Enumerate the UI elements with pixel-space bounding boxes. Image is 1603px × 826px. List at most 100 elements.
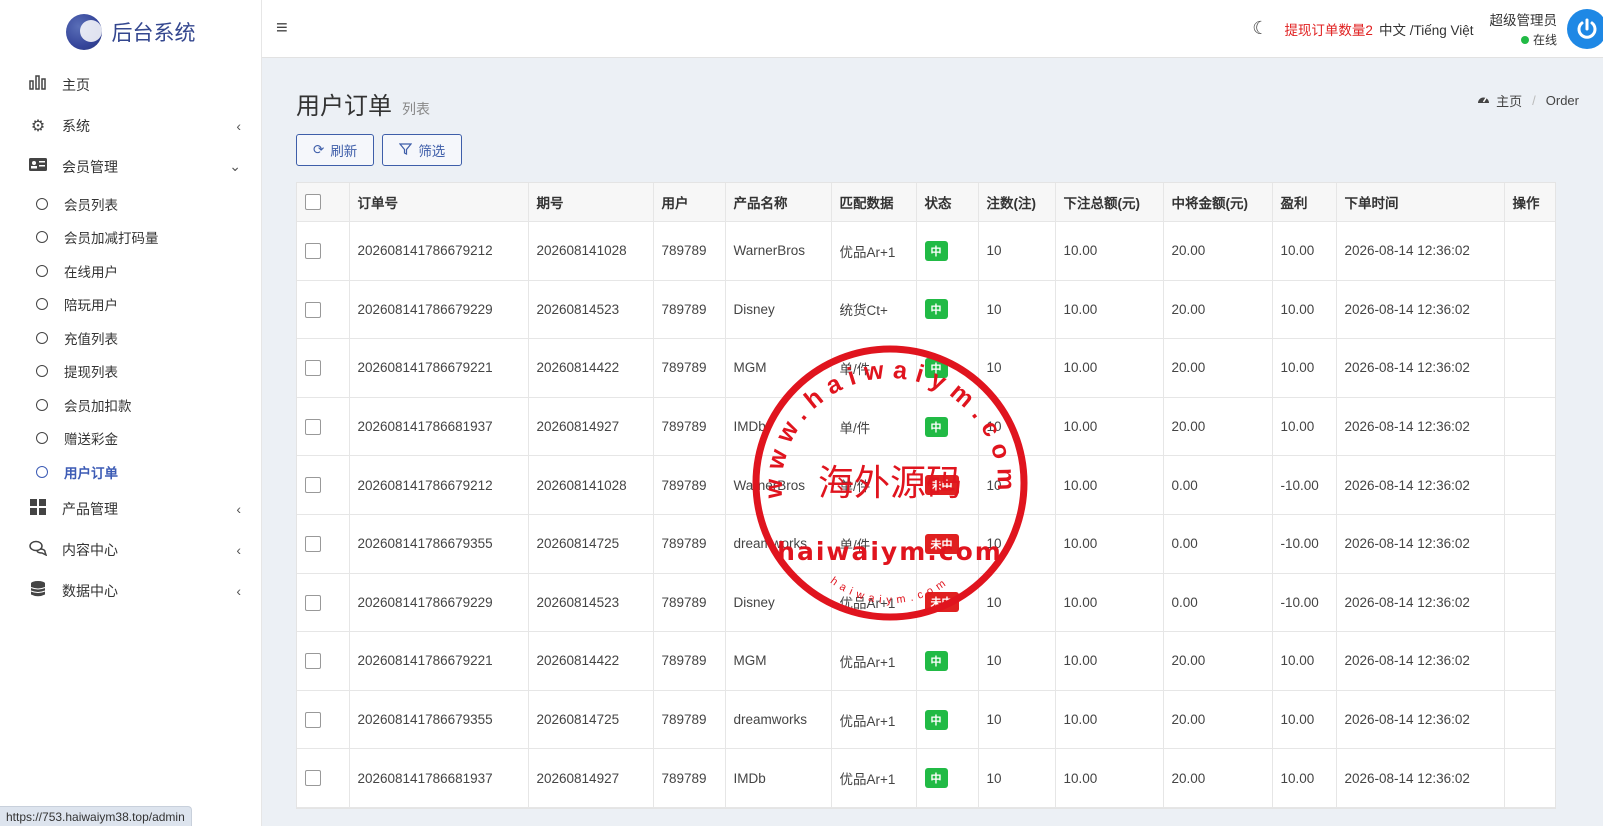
row-checkbox[interactable] bbox=[305, 653, 321, 670]
sidebar-item-product-management[interactable]: 产品管理 ‹ bbox=[0, 489, 261, 530]
row-checkbox[interactable] bbox=[305, 477, 321, 494]
user-cell: 789789 bbox=[653, 338, 726, 398]
breadcrumb-current: Order bbox=[1545, 93, 1579, 108]
sidebar-item-member-management[interactable]: 会员管理 ⌄ bbox=[0, 146, 261, 187]
chevron-left-icon: ‹ bbox=[236, 583, 241, 599]
row-checkbox[interactable] bbox=[305, 360, 321, 377]
status-cell: 中 bbox=[916, 631, 979, 691]
bet-total-cell: 10.00 bbox=[1055, 573, 1164, 633]
table-body: 202608141786679212 202608141028 789789 Warn… bbox=[297, 221, 1555, 808]
submenu-item-withdraw-list[interactable]: 提现列表 bbox=[0, 355, 261, 389]
table-row[interactable]: 202608141786681937 20260814927 789789 IMDb 单… bbox=[297, 397, 1555, 457]
row-checkbox[interactable] bbox=[305, 770, 321, 787]
user-cell: 789789 bbox=[653, 514, 726, 574]
circle-icon bbox=[36, 331, 48, 344]
bet-count-cell: 10 bbox=[978, 280, 1056, 340]
user-cell: 789789 bbox=[653, 221, 726, 281]
filter-button[interactable]: 筛选 bbox=[382, 134, 463, 166]
submenu-label: 提现列表 bbox=[64, 365, 118, 381]
sidebar-item-content-center[interactable]: 内容中心 ‹ bbox=[0, 530, 261, 571]
match-data-cell: 单/件 bbox=[831, 455, 917, 515]
column-header[interactable]: 中将金额(元) bbox=[1163, 183, 1273, 222]
actions-cell bbox=[1504, 514, 1555, 574]
table-row[interactable]: 202608141786679229 20260814523 789789 Disne… bbox=[297, 280, 1555, 340]
submenu-label: 会员加减打码量 bbox=[64, 231, 159, 247]
moon-icon[interactable]: ☾ bbox=[1252, 18, 1268, 39]
row-select-cell bbox=[297, 397, 350, 457]
breadcrumb: 主页 / Order bbox=[1477, 91, 1579, 110]
sidebar-menu-lower: 产品管理 ‹ 内容中心 ‹ 数据中心 ‹ bbox=[0, 489, 261, 612]
order-time-cell: 2026-08-14 12:36:02 bbox=[1336, 631, 1505, 691]
refresh-button[interactable]: ⟳ 刷新 bbox=[296, 134, 375, 166]
win-amount-cell: 0.00 bbox=[1163, 573, 1273, 633]
row-checkbox[interactable] bbox=[305, 535, 321, 552]
bet-total-cell: 10.00 bbox=[1055, 455, 1164, 515]
profit-cell: 10.00 bbox=[1272, 631, 1337, 691]
period-cell: 20260814422 bbox=[528, 338, 654, 398]
sidebar-item-data-center[interactable]: 数据中心 ‹ bbox=[0, 571, 261, 612]
order-no-cell: 202608141786679212 bbox=[349, 221, 529, 281]
bet-count-cell: 10 bbox=[978, 573, 1056, 633]
table-row[interactable]: 202608141786679212 202608141028 789789 Warn… bbox=[297, 221, 1555, 281]
submenu-item-betting-code[interactable]: 会员加减打码量 bbox=[0, 221, 261, 255]
language-switch[interactable]: 中文 /Tiếng Việt bbox=[1379, 19, 1474, 39]
column-header[interactable]: 用户 bbox=[653, 183, 726, 222]
status-badge: 未中 bbox=[924, 592, 959, 613]
row-checkbox[interactable] bbox=[305, 594, 321, 611]
withdraw-notice-link[interactable]: 提现订单数量2 bbox=[1284, 19, 1373, 39]
submenu-item-member-list[interactable]: 会员列表 bbox=[0, 187, 261, 221]
column-header[interactable]: 匹配数据 bbox=[831, 183, 917, 222]
column-header[interactable]: 订单号 bbox=[349, 183, 529, 222]
user-info[interactable]: 超级管理员 在线 bbox=[1490, 9, 1558, 48]
table-row[interactable]: 202608141786679212 202608141028 789789 Warn… bbox=[297, 455, 1555, 515]
hamburger-menu-icon[interactable]: ≡ bbox=[276, 17, 288, 40]
avatar[interactable] bbox=[1567, 8, 1603, 49]
submenu-item-online-users[interactable]: 在线用户 bbox=[0, 254, 261, 288]
status-badge: 未中 bbox=[924, 533, 959, 554]
top-bar-right: ☾ 提现订单数量2 中文 /Tiếng Việt 超级管理员 在线 bbox=[1252, 0, 1603, 57]
bar-chart-icon bbox=[28, 74, 48, 95]
app-name: 后台系统 bbox=[111, 22, 196, 45]
table-row[interactable]: 202608141786679355 20260814725 789789 dream… bbox=[297, 514, 1555, 574]
submenu-item-user-orders[interactable]: 用户订单 bbox=[0, 455, 261, 489]
column-header[interactable]: 状态 bbox=[916, 183, 979, 222]
status-bar-url: https://753.haiwaiym38.top/admin bbox=[0, 806, 192, 826]
select-all-checkbox[interactable] bbox=[305, 194, 321, 211]
table-row[interactable]: 202608141786679221 20260814422 789789 MGM 优品… bbox=[297, 631, 1555, 691]
table-row[interactable]: 202608141786679229 20260814523 789789 Disne… bbox=[297, 573, 1555, 633]
submenu-item-bonus[interactable]: 赠送彩金 bbox=[0, 422, 261, 456]
row-checkbox[interactable] bbox=[305, 418, 321, 435]
column-header[interactable]: 注数(注) bbox=[978, 183, 1056, 222]
chevron-down-icon: ⌄ bbox=[229, 158, 241, 174]
submenu-item-balance-adjust[interactable]: 会员加扣款 bbox=[0, 388, 261, 422]
user-cell: 789789 bbox=[653, 631, 726, 691]
profit-cell: 10.00 bbox=[1272, 748, 1337, 808]
table-row[interactable]: 202608141786679355 20260814725 789789 dream… bbox=[297, 690, 1555, 750]
row-checkbox[interactable] bbox=[305, 711, 321, 728]
column-header[interactable]: 期号 bbox=[528, 183, 654, 222]
table-row[interactable]: 202608141786681937 20260814927 789789 IMDb 优… bbox=[297, 748, 1555, 808]
circle-icon bbox=[36, 365, 48, 378]
product-name-cell: IMDb bbox=[725, 748, 832, 808]
submenu-item-recharge-list[interactable]: 充值列表 bbox=[0, 321, 261, 355]
column-header[interactable]: 下注总额(元) bbox=[1055, 183, 1164, 222]
row-checkbox[interactable] bbox=[305, 301, 321, 318]
sidebar-item-label: 会员管理 bbox=[62, 158, 118, 175]
column-header[interactable]: 下单时间 bbox=[1336, 183, 1505, 222]
table-row[interactable]: 202608141786679221 20260814422 789789 MGM 单/… bbox=[297, 338, 1555, 398]
sidebar-item-home[interactable]: 主页 bbox=[0, 64, 261, 105]
logo-icon bbox=[65, 14, 102, 50]
column-header[interactable]: 盈利 bbox=[1272, 183, 1337, 222]
row-checkbox[interactable] bbox=[305, 243, 321, 260]
period-cell: 20260814725 bbox=[528, 514, 654, 574]
win-amount-cell: 20.00 bbox=[1163, 338, 1273, 398]
breadcrumb-home[interactable]: 主页 bbox=[1496, 91, 1522, 110]
profit-cell: 10.00 bbox=[1272, 397, 1337, 457]
column-header[interactable]: 产品名称 bbox=[725, 183, 832, 222]
status-badge: 中 bbox=[924, 650, 948, 671]
status-badge: 中 bbox=[924, 768, 948, 789]
submenu-item-companion-users[interactable]: 陪玩用户 bbox=[0, 288, 261, 322]
sidebar-item-system[interactable]: ⚙ 系统 ‹ bbox=[0, 105, 261, 146]
brand[interactable]: 后台系统 bbox=[0, 0, 261, 64]
order-time-cell: 2026-08-14 12:36:02 bbox=[1336, 280, 1505, 340]
